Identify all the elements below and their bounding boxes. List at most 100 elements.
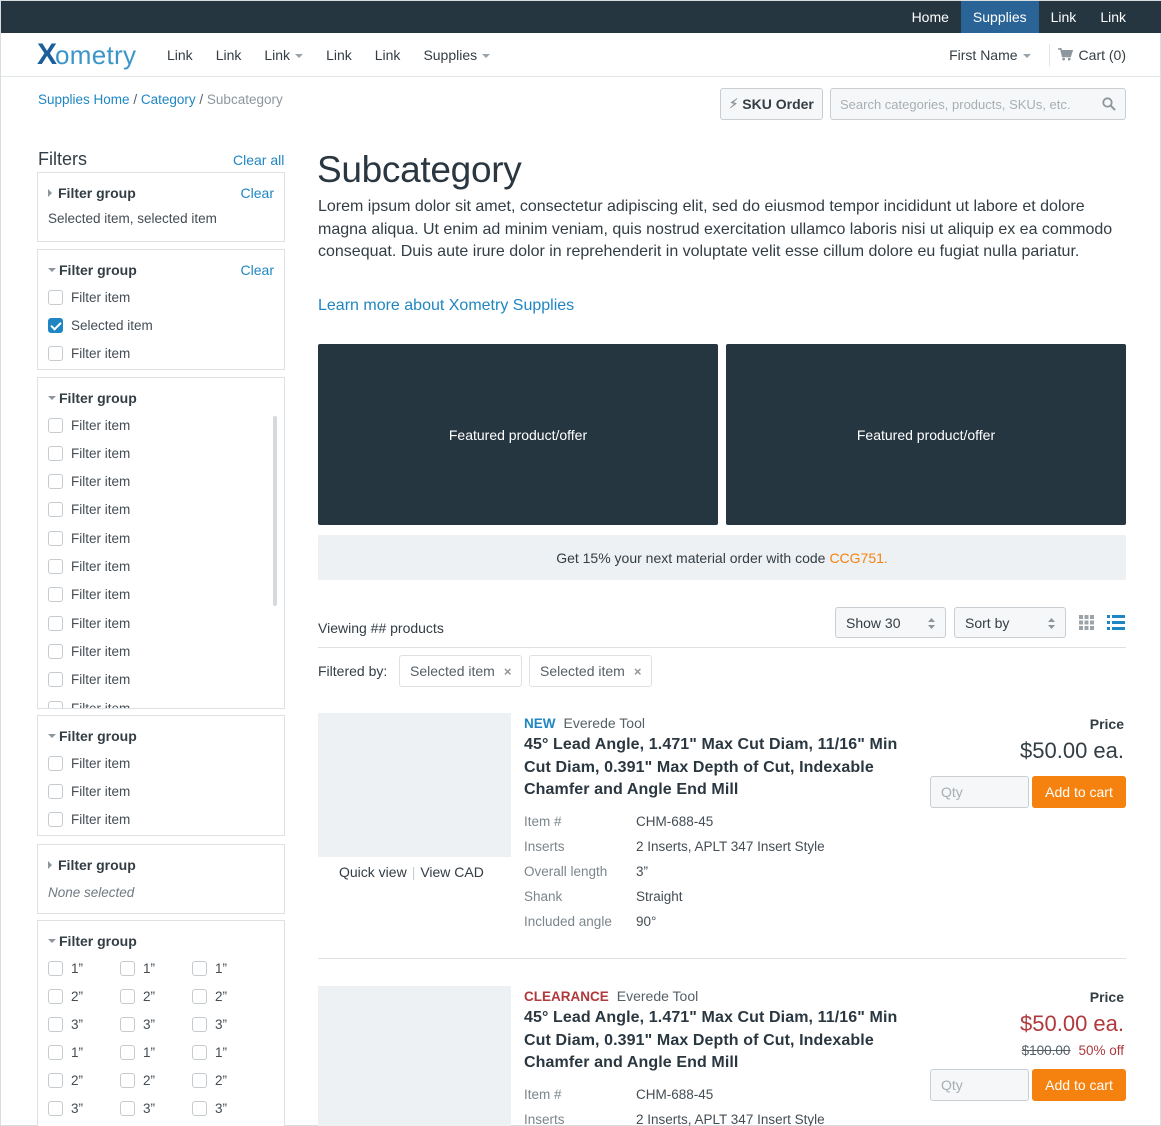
size-checkbox-item[interactable]: 3” xyxy=(48,1015,120,1033)
filter-checkbox-item[interactable]: Filter item xyxy=(48,344,130,362)
size-checkbox-item[interactable]: 2” xyxy=(120,1071,192,1089)
checkbox[interactable] xyxy=(120,1016,135,1032)
checkbox-checked[interactable] xyxy=(48,317,63,333)
filter-checkbox-item[interactable]: Filter item xyxy=(48,586,130,604)
filter-checkbox-item[interactable]: Filter item xyxy=(48,288,130,306)
topbar-link[interactable]: Link xyxy=(1039,1,1089,33)
xometry-logo[interactable]: Xometry xyxy=(37,38,136,71)
filter-checkbox-item[interactable]: Filter item xyxy=(48,529,130,547)
nav-link-supplies[interactable]: Supplies xyxy=(423,47,491,63)
remove-filter-icon[interactable]: × xyxy=(634,664,642,679)
list-view-icon[interactable] xyxy=(1107,615,1125,630)
checkbox[interactable] xyxy=(192,960,207,976)
checkbox[interactable] xyxy=(48,1072,63,1088)
search-icon[interactable] xyxy=(1102,97,1116,111)
size-checkbox-item[interactable]: 1” xyxy=(192,959,264,977)
checkbox[interactable] xyxy=(192,1016,207,1032)
checkbox[interactable] xyxy=(48,1044,63,1060)
clear-all-link[interactable]: Clear all xyxy=(233,152,284,168)
filter-group-toggle[interactable]: Filter group xyxy=(48,933,137,949)
filter-group-toggle[interactable]: Filter group xyxy=(48,185,136,201)
product-title[interactable]: 45° Lead Angle, 1.471" Max Cut Diam, 11/… xyxy=(524,734,904,802)
filter-checkbox-item[interactable]: Filter item xyxy=(48,558,130,576)
filter-checkbox-item[interactable]: Filter item xyxy=(48,699,130,708)
checkbox[interactable] xyxy=(48,643,63,659)
checkbox[interactable] xyxy=(48,615,63,631)
quantity-input[interactable] xyxy=(930,776,1029,808)
checkbox[interactable] xyxy=(192,1072,207,1088)
size-checkbox-item[interactable]: 3” xyxy=(120,1099,192,1117)
filter-checkbox-item[interactable]: Filter item xyxy=(48,754,130,772)
checkbox[interactable] xyxy=(120,1100,135,1116)
filter-group-toggle[interactable]: Filter group xyxy=(48,390,137,406)
checkbox[interactable] xyxy=(48,783,63,799)
checkbox[interactable] xyxy=(192,1044,207,1060)
checkbox[interactable] xyxy=(48,960,63,976)
filter-group-toggle[interactable]: Filter group xyxy=(48,262,137,278)
checkbox[interactable] xyxy=(48,502,63,518)
filter-checkbox-item[interactable]: Filter item xyxy=(48,810,130,828)
cart-link[interactable]: Cart (0) xyxy=(1057,47,1126,63)
filter-checkbox-item[interactable]: Filter item xyxy=(48,473,130,491)
nav-link[interactable]: Link xyxy=(216,47,242,63)
quantity-input[interactable] xyxy=(930,1069,1029,1101)
size-checkbox-item[interactable]: 2” xyxy=(48,987,120,1005)
user-menu[interactable]: First Name xyxy=(949,47,1031,63)
filter-checkbox-item[interactable]: Filter item xyxy=(48,416,130,434)
add-to-cart-button[interactable]: Add to cart xyxy=(1032,1069,1126,1101)
checkbox[interactable] xyxy=(48,345,63,361)
checkbox[interactable] xyxy=(120,960,135,976)
scrollbar[interactable] xyxy=(273,416,277,606)
size-checkbox-item[interactable]: 1” xyxy=(48,959,120,977)
checkbox[interactable] xyxy=(48,1016,63,1032)
sort-by-select[interactable]: Sort by xyxy=(954,607,1066,638)
breadcrumb-link[interactable]: Supplies Home xyxy=(38,92,130,107)
show-count-select[interactable]: Show 30 xyxy=(835,607,946,638)
size-checkbox-item[interactable]: 3” xyxy=(192,1015,264,1033)
featured-offer-card[interactable]: Featured product/offer xyxy=(726,344,1126,525)
checkbox[interactable] xyxy=(48,530,63,546)
product-image[interactable] xyxy=(318,713,511,857)
filter-clear-link[interactable]: Clear xyxy=(241,185,274,201)
checkbox[interactable] xyxy=(48,1100,63,1116)
grid-view-icon[interactable] xyxy=(1079,615,1094,630)
size-checkbox-item[interactable]: 2” xyxy=(192,1071,264,1089)
nav-link[interactable]: Link xyxy=(375,47,401,63)
size-checkbox-item[interactable]: 1” xyxy=(120,959,192,977)
size-checkbox-item[interactable]: 3” xyxy=(192,1099,264,1117)
size-checkbox-item[interactable]: 1” xyxy=(48,1043,120,1061)
topbar-link[interactable]: Link xyxy=(1088,1,1138,33)
size-checkbox-item[interactable]: 3” xyxy=(48,1099,120,1117)
sku-order-button[interactable]: ⚡︎ SKU Order xyxy=(720,88,823,120)
topbar-link-supplies[interactable]: Supplies xyxy=(960,1,1039,33)
checkbox[interactable] xyxy=(48,445,63,461)
topbar-link-home[interactable]: Home xyxy=(900,1,961,33)
filter-checkbox-item[interactable]: Filter item xyxy=(48,782,130,800)
filter-checkbox-item[interactable]: Filter item xyxy=(48,671,130,689)
checkbox[interactable] xyxy=(48,755,63,771)
featured-offer-card[interactable]: Featured product/offer xyxy=(318,344,718,525)
product-image[interactable] xyxy=(318,986,511,1126)
quick-view-link[interactable]: Quick view xyxy=(339,864,407,880)
filter-checkbox-item[interactable]: Filter item xyxy=(48,444,130,462)
size-checkbox-item[interactable]: 2” xyxy=(48,1071,120,1089)
size-checkbox-item[interactable]: 3” xyxy=(120,1015,192,1033)
filter-group-toggle[interactable]: Filter group xyxy=(48,857,136,873)
checkbox[interactable] xyxy=(120,1072,135,1088)
breadcrumb-link[interactable]: Category xyxy=(141,92,196,107)
checkbox[interactable] xyxy=(48,988,63,1004)
product-title[interactable]: 45° Lead Angle, 1.471" Max Cut Diam, 11/… xyxy=(524,1007,904,1075)
size-checkbox-item[interactable]: 2” xyxy=(192,987,264,1005)
nav-link-dropdown[interactable]: Link xyxy=(264,47,304,63)
checkbox[interactable] xyxy=(120,988,135,1004)
checkbox[interactable] xyxy=(48,587,63,603)
filter-checkbox-item[interactable]: Filter item xyxy=(48,614,130,632)
checkbox[interactable] xyxy=(48,672,63,688)
checkbox[interactable] xyxy=(48,417,63,433)
filter-clear-link[interactable]: Clear xyxy=(241,262,274,278)
nav-link[interactable]: Link xyxy=(167,47,193,63)
nav-link[interactable]: Link xyxy=(326,47,352,63)
checkbox[interactable] xyxy=(48,474,63,490)
size-checkbox-item[interactable]: 1” xyxy=(120,1043,192,1061)
checkbox[interactable] xyxy=(192,1100,207,1116)
